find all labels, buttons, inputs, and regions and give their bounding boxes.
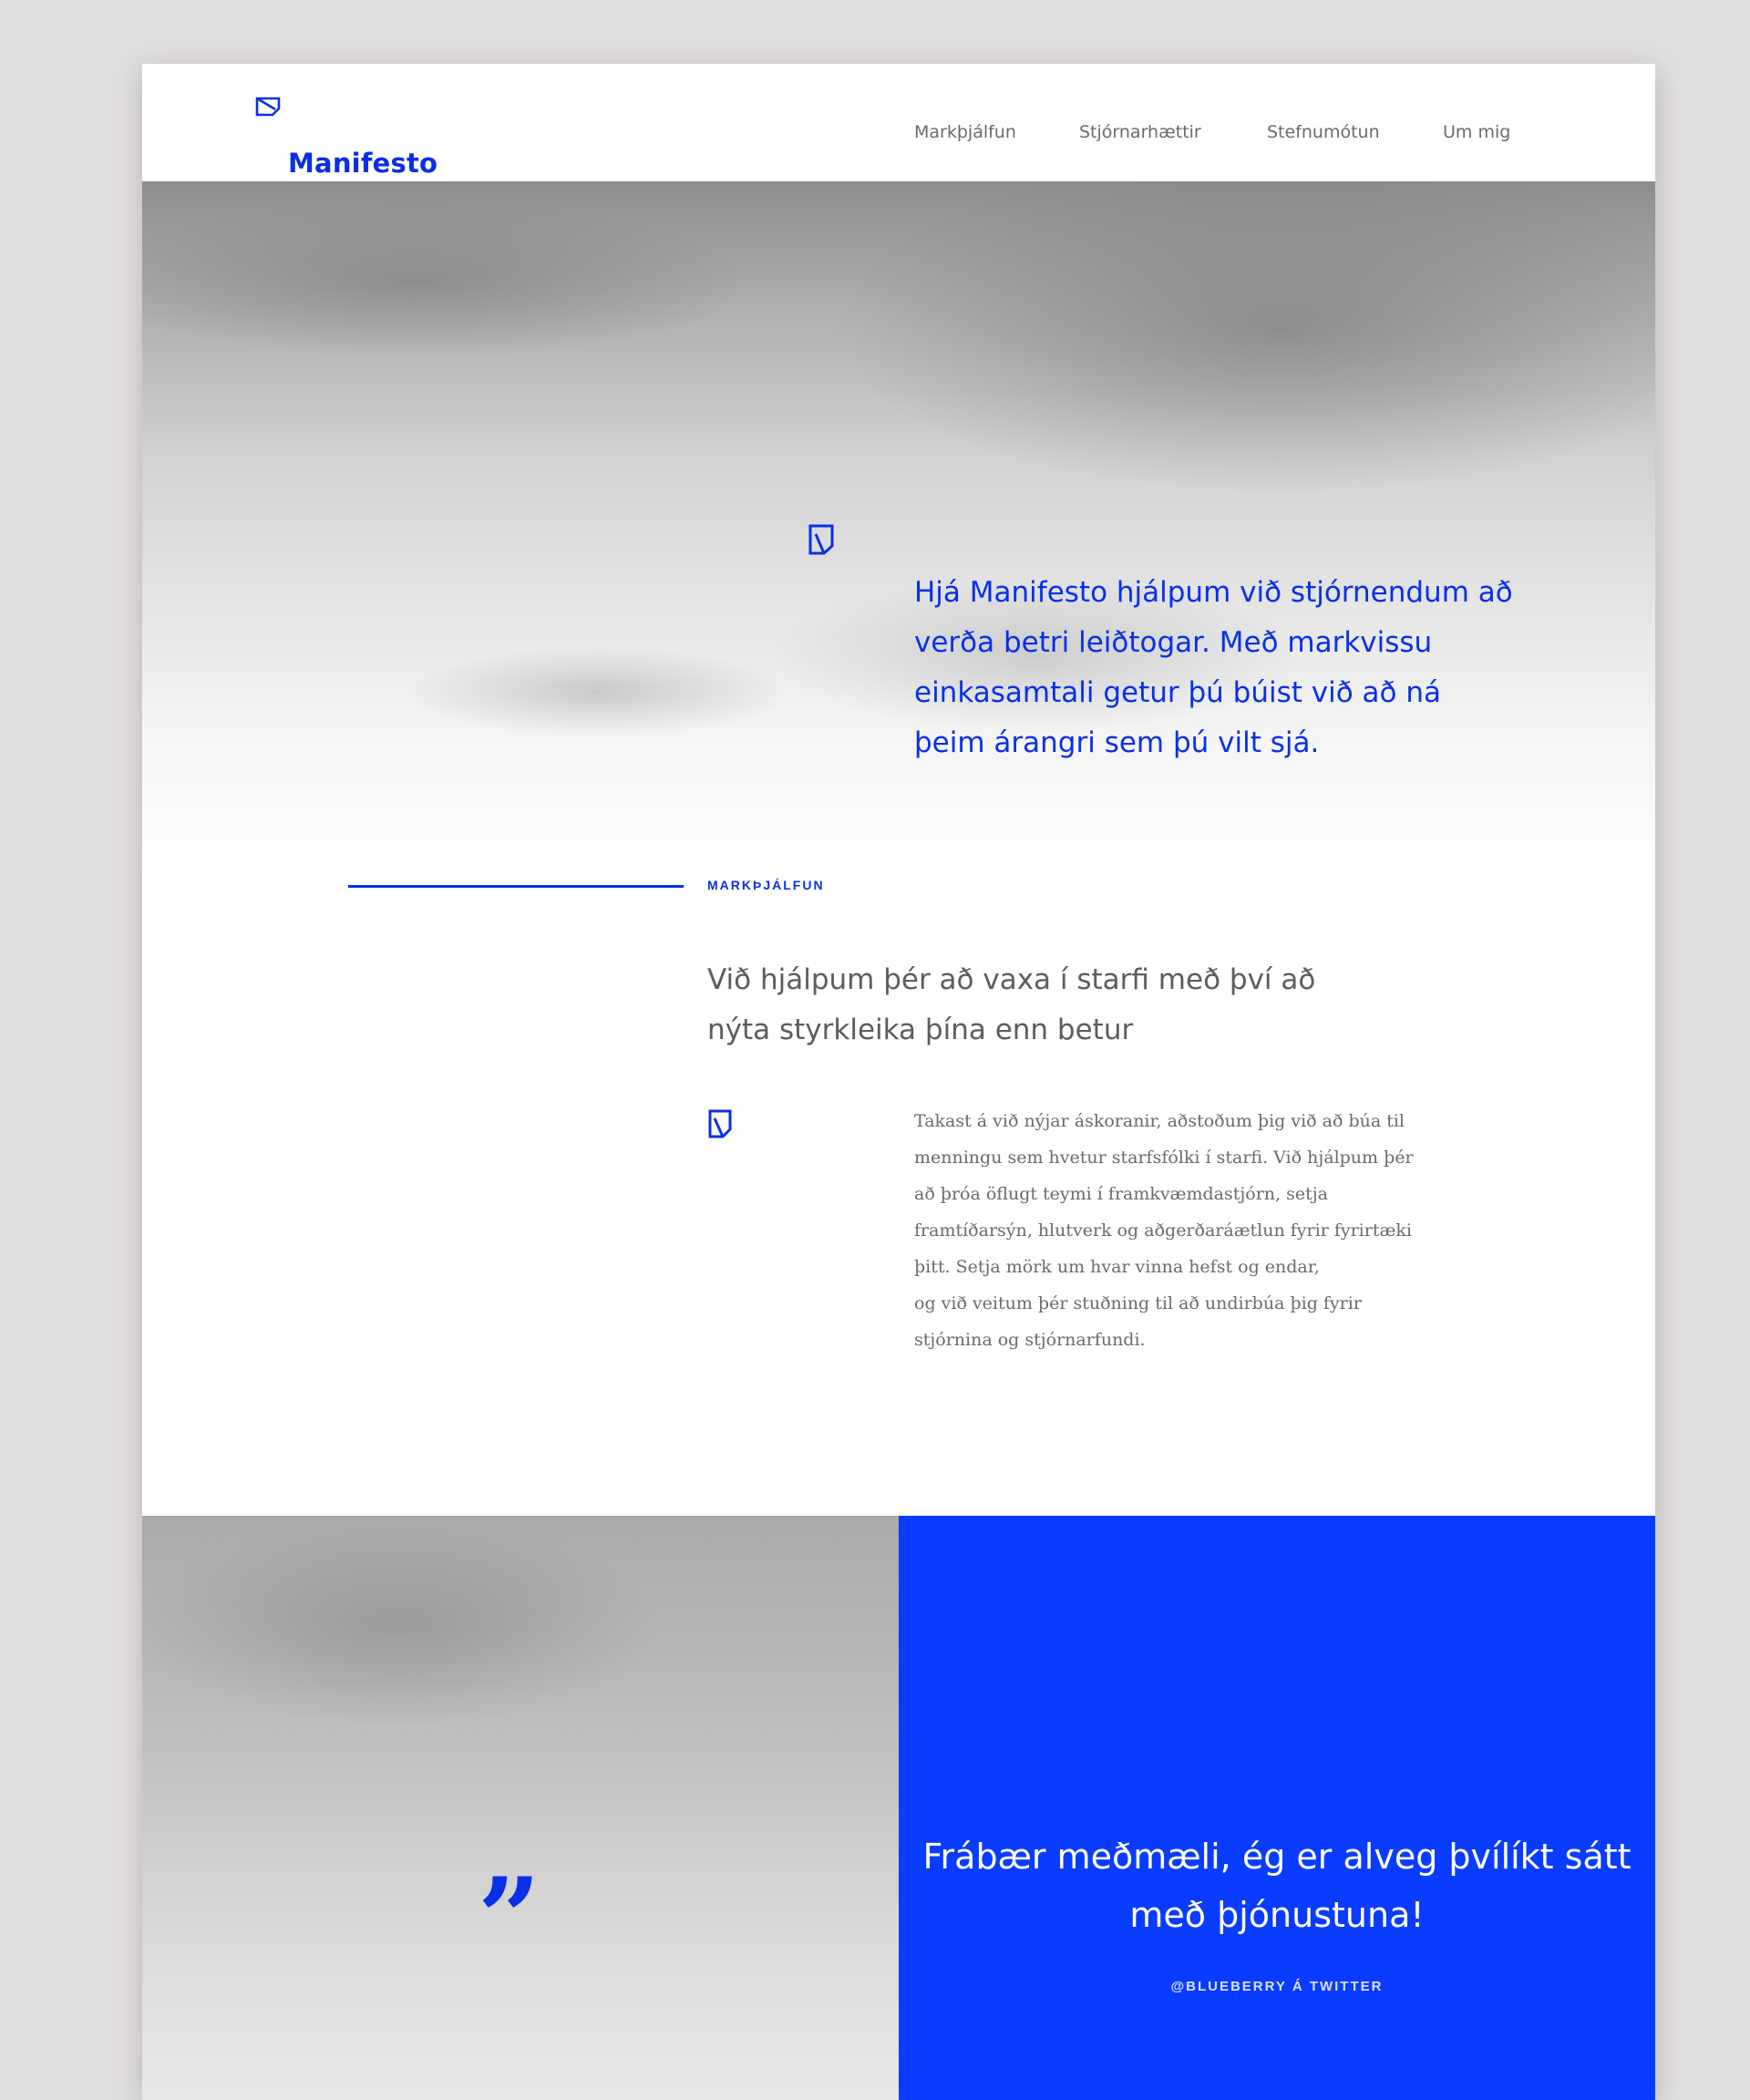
hero-statement: Hjá Manifesto hjálpum við stjórnendum að… <box>914 576 1513 759</box>
section-label: MARKÞJÁLFUN <box>707 878 825 892</box>
nav-item-stjornarhaettir[interactable]: Stjórnarhættir <box>1079 122 1201 142</box>
body-line: þitt. Setja mörk um hvar vinna hefst og … <box>914 1257 1320 1277</box>
body-line: menningu sem hvetur starfsfólki í starfi… <box>914 1148 1414 1168</box>
body-line: stjórnina og stjórnarfundi. <box>914 1330 1146 1350</box>
hero-banner: Hjá Manifesto hjálpum við stjórnendum að… <box>142 181 1655 874</box>
folded-note-icon <box>808 524 834 555</box>
quote-mark-icon: ” <box>478 1854 541 1982</box>
section-body: Takast á við nýjar áskoranir, aðstoðum þ… <box>914 1103 1425 1358</box>
section-heading: Við hjálpum þér að vaxa í starfi með því… <box>707 963 1316 1046</box>
body-line: að þróa öflugt teymi í framkvæmdastjórn,… <box>914 1184 1328 1204</box>
body-line: og við veitum þér stuðning til að undirb… <box>914 1293 1362 1313</box>
body-line: framtíðarsýn, hlutverk og aðgerðaráætlun… <box>914 1220 1412 1240</box>
nav-item-um-mig[interactable]: Um mig <box>1443 122 1510 142</box>
page: Manifesto Markþjálfun Stjórnarhættir Ste… <box>142 64 1655 2100</box>
testimonial-quote: Frábær meðmæli, ég er alveg þvílíkt sátt… <box>922 1837 1632 1935</box>
folded-note-icon <box>708 1109 732 1138</box>
site-header: Manifesto Markþjálfun Stjórnarhættir Ste… <box>142 64 1655 181</box>
logo-wordmark: Manifesto <box>288 148 438 179</box>
nav-item-markthjalfun[interactable]: Markþjálfun <box>914 122 1016 142</box>
folded-note-icon <box>255 97 281 117</box>
nav-item-stefnumotun[interactable]: Stefnumótun <box>1267 122 1380 142</box>
body-line: Takast á við nýjar áskoranir, aðstoðum þ… <box>914 1111 1405 1131</box>
main-nav: Markþjálfun Stjórnarhættir Stefnumótun U… <box>142 122 1655 149</box>
section-divider <box>348 885 684 888</box>
testimonial-attribution[interactable]: @BLUEBERRY Á TWITTER <box>899 1979 1655 1994</box>
testimonial-image: ” <box>142 1516 899 2100</box>
testimonial-panel: Frábær meðmæli, ég er alveg þvílíkt sátt… <box>899 1516 1655 2100</box>
